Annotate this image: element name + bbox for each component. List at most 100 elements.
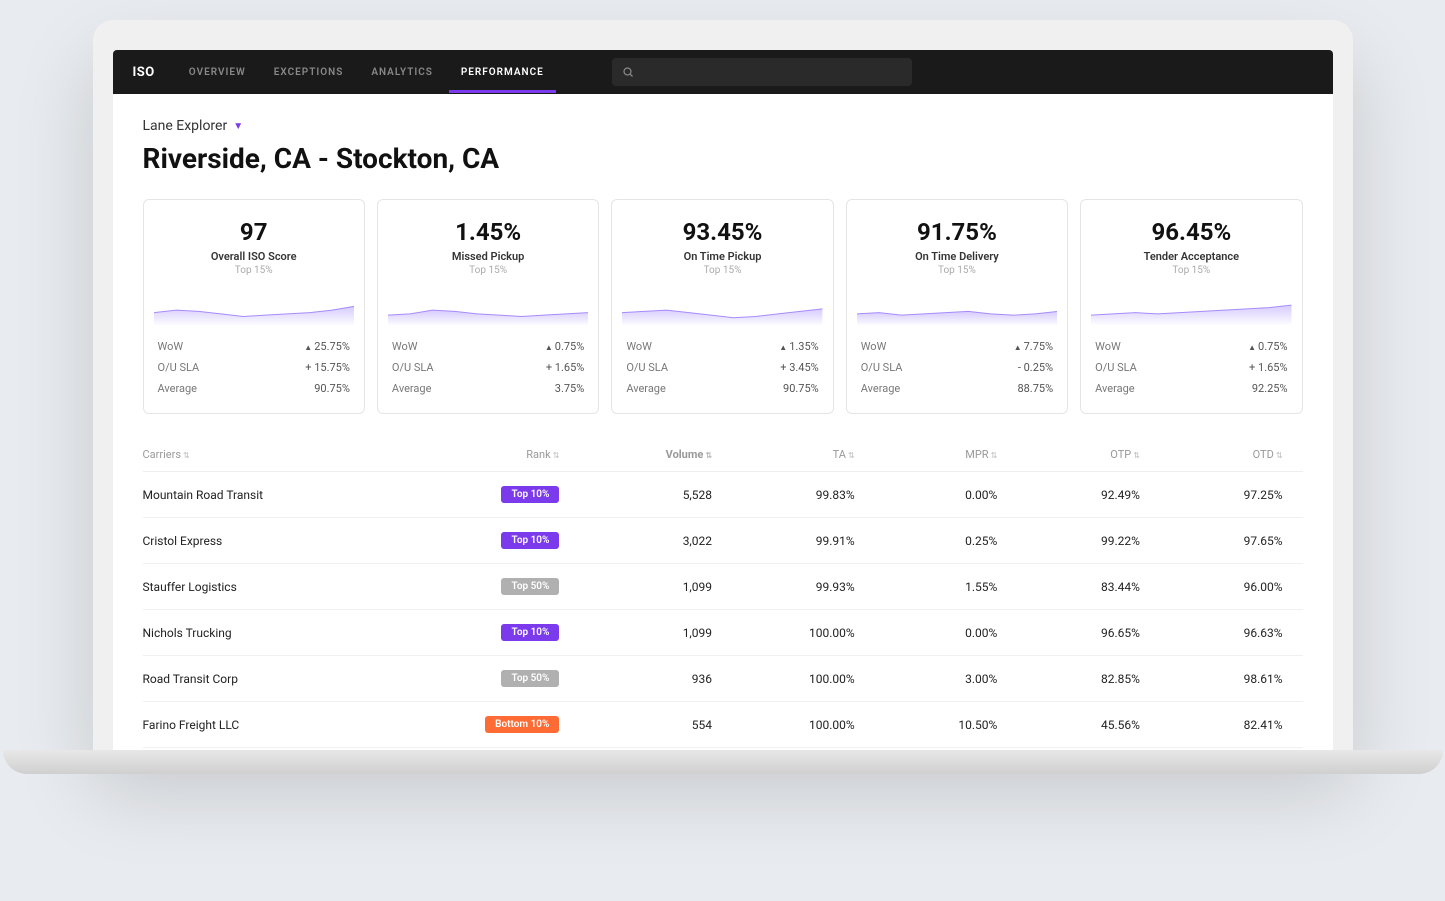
cell-ta: 99.93% [732, 580, 875, 594]
card-stats: WoW▲0.75% O/U SLA+ 1.65% Average92.25% [1095, 336, 1287, 399]
cell-carrier: Cristol Express [143, 534, 413, 548]
stat-value-ousla: + 1.65% [546, 361, 584, 374]
stat-label-avg: Average [392, 382, 432, 395]
stat-value-ousla: + 15.75% [305, 361, 350, 374]
rank-badge: Top 50% [501, 578, 559, 595]
metric-card[interactable]: 1.45% Missed Pickup Top 15% WoW▲0.75% O/… [377, 199, 599, 414]
sort-icon: ⇅ [553, 451, 560, 460]
table-row[interactable]: Road Transit Corp Top 50% 936 100.00% 3.… [143, 656, 1303, 702]
search-input[interactable] [642, 65, 902, 79]
col-header-volume[interactable]: Volume⇅ [589, 448, 732, 461]
stat-label-avg: Average [1095, 382, 1135, 395]
breadcrumb-dropdown[interactable]: Lane Explorer ▼ [143, 118, 1303, 134]
cell-carrier: Mountain Road Transit [143, 488, 413, 502]
stat-label-wow: WoW [392, 340, 418, 353]
nav-items: OVERVIEW EXCEPTIONS ANALYTICS PERFORMANCE [189, 52, 544, 93]
metric-card[interactable]: 93.45% On Time Pickup Top 15% WoW▲1.35% … [611, 199, 833, 414]
cell-mpr: 1.55% [875, 580, 1018, 594]
rank-badge: Top 10% [501, 624, 559, 641]
table-row[interactable]: Stauffer Logistics Top 50% 1,099 99.93% … [143, 564, 1303, 610]
card-sparkline [154, 290, 354, 326]
card-sub: Top 15% [158, 265, 350, 276]
card-label: Overall ISO Score [158, 250, 350, 263]
cell-volume: 1,099 [589, 580, 732, 594]
metric-card[interactable]: 97 Overall ISO Score Top 15% WoW▲25.75% … [143, 199, 365, 414]
app-screen: ISO OVERVIEW EXCEPTIONS ANALYTICS PERFORMAN… [113, 50, 1333, 750]
card-sparkline [388, 290, 588, 326]
col-header-otd[interactable]: OTD⇅ [1160, 448, 1303, 461]
card-value: 91.75% [861, 218, 1053, 246]
col-header-otp[interactable]: OTP⇅ [1017, 448, 1160, 461]
app-logo: ISO [133, 65, 155, 80]
stat-label-ousla: O/U SLA [392, 361, 434, 374]
card-sparkline [622, 290, 822, 326]
sort-icon: ⇅ [991, 451, 998, 460]
nav-item-analytics[interactable]: ANALYTICS [371, 52, 433, 93]
metric-card[interactable]: 96.45% Tender Acceptance Top 15% WoW▲0.7… [1080, 199, 1302, 414]
stat-label-avg: Average [626, 382, 666, 395]
cell-otd: 82.41% [1160, 718, 1303, 732]
cell-otp: 83.44% [1017, 580, 1160, 594]
nav-item-exceptions[interactable]: EXCEPTIONS [274, 52, 344, 93]
stat-value-ousla: + 3.45% [780, 361, 818, 374]
cell-volume: 3,022 [589, 534, 732, 548]
cell-carrier: Farino Freight LLC [143, 718, 413, 732]
table-row[interactable]: Mountain Road Transit Top 10% 5,528 99.8… [143, 472, 1303, 518]
stat-label-wow: WoW [1095, 340, 1121, 353]
cell-volume: 936 [589, 672, 732, 686]
cell-otp: 45.56% [1017, 718, 1160, 732]
card-label: On Time Pickup [626, 250, 818, 263]
sort-icon: ⇅ [1133, 451, 1140, 460]
table-row[interactable]: Nichols Trucking Top 10% 1,099 100.00% 0… [143, 610, 1303, 656]
table-row[interactable]: Cristol Express Top 10% 3,022 99.91% 0.2… [143, 518, 1303, 564]
cell-otd: 97.25% [1160, 488, 1303, 502]
rank-badge: Top 50% [501, 670, 559, 687]
card-label: On Time Delivery [861, 250, 1053, 263]
stat-value-avg: 92.25% [1252, 382, 1288, 395]
arrow-up-icon: ▲ [304, 343, 312, 352]
cell-volume: 5,528 [589, 488, 732, 502]
arrow-up-icon: ▲ [545, 343, 553, 352]
stat-label-ousla: O/U SLA [1095, 361, 1137, 374]
metric-card[interactable]: 91.75% On Time Delivery Top 15% WoW▲7.75… [846, 199, 1068, 414]
nav-item-performance[interactable]: PERFORMANCE [461, 52, 544, 93]
caret-down-icon: ▼ [233, 121, 243, 132]
col-header-rank[interactable]: Rank⇅ [412, 448, 589, 461]
stat-value-wow: ▲0.75% [1248, 340, 1287, 353]
cell-volume: 1,099 [589, 626, 732, 640]
cell-otp: 92.49% [1017, 488, 1160, 502]
stat-value-avg: 90.75% [314, 382, 350, 395]
col-header-mpr[interactable]: MPR⇅ [875, 448, 1018, 461]
cell-otd: 98.61% [1160, 672, 1303, 686]
table-header-row: Carriers⇅ Rank⇅ Volume⇅ TA⇅ MPR⇅ OTP⇅ OT… [143, 438, 1303, 472]
rank-badge: Top 10% [501, 486, 559, 503]
cell-mpr: 3.00% [875, 672, 1018, 686]
col-header-carriers[interactable]: Carriers⇅ [143, 448, 413, 461]
card-label: Missed Pickup [392, 250, 584, 263]
stat-value-avg: 88.75% [1017, 382, 1053, 395]
stat-value-wow: ▲0.75% [545, 340, 584, 353]
table-row[interactable]: Farino Freight LLC Bottom 10% 554 100.00… [143, 702, 1303, 748]
table-body: Mountain Road Transit Top 10% 5,528 99.8… [143, 472, 1303, 748]
search-icon [622, 63, 634, 82]
sort-icon: ⇅ [183, 451, 190, 460]
cell-ta: 100.00% [732, 718, 875, 732]
card-value: 97 [158, 218, 350, 246]
arrow-up-icon: ▲ [1248, 343, 1256, 352]
stat-label-wow: WoW [861, 340, 887, 353]
cell-carrier: Nichols Trucking [143, 626, 413, 640]
cell-ta: 99.91% [732, 534, 875, 548]
cell-rank: Top 50% [412, 670, 589, 687]
arrow-up-icon: ▲ [1014, 343, 1022, 352]
nav-item-overview[interactable]: OVERVIEW [189, 52, 246, 93]
card-stats: WoW▲0.75% O/U SLA+ 1.65% Average3.75% [392, 336, 584, 399]
cell-ta: 100.00% [732, 626, 875, 640]
card-sub: Top 15% [626, 265, 818, 276]
cell-volume: 554 [589, 718, 732, 732]
cell-rank: Bottom 10% [412, 716, 589, 733]
stat-label-avg: Average [861, 382, 901, 395]
card-stats: WoW▲7.75% O/U SLA- 0.25% Average88.75% [861, 336, 1053, 399]
search-box[interactable] [612, 58, 912, 86]
rank-badge: Top 10% [501, 532, 559, 549]
col-header-ta[interactable]: TA⇅ [732, 448, 875, 461]
